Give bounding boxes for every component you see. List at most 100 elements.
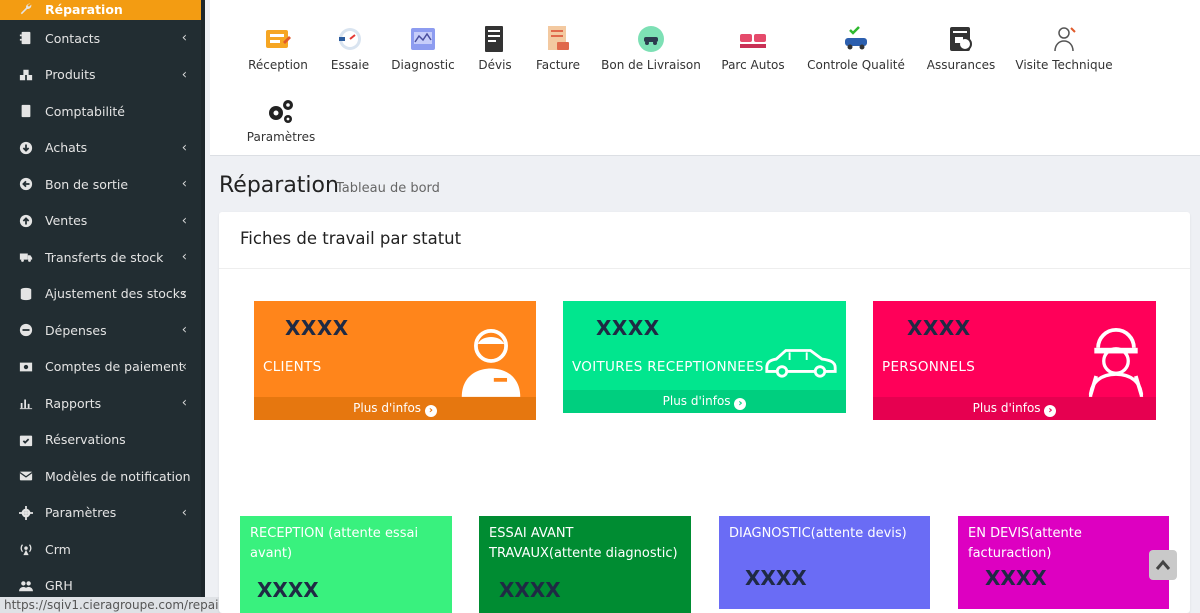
sidebar-item-transferts-de-stock[interactable]: Transferts de stock ‹ [0,239,205,276]
sidebar-item-achats[interactable]: Achats ‹ [0,130,205,167]
cubes-icon [18,67,34,83]
sidebar-item-produits[interactable]: Produits ‹ [0,57,205,94]
sidebar-item-label: Rapports [45,395,102,411]
arrow-circle-right-icon: › [734,398,747,410]
toolbar-controle-qualite-button[interactable]: Controle Qualité [801,24,911,72]
more-info-link[interactable]: Plus d'infos › [563,390,846,413]
stat-box-personnels: XXXX PERSONNELS Plus d'infos › [873,301,1156,420]
sidebar-item-label: Paramètres [45,505,117,521]
toolbar-label: Parc Autos [721,58,785,72]
chevron-left-icon: ‹ [181,322,187,338]
status-value: XXXX [257,578,319,602]
sidebar-item-reparation[interactable]: Réparation [0,0,205,20]
toolbar-visite-technique-button[interactable]: Visite Technique [1009,24,1119,72]
toolbar-label: Assurances [926,58,996,72]
sidebar-item-label: GRH [45,578,73,594]
sidebar-item-label: Achats [45,140,88,156]
card-title: Fiches de travail par statut [219,212,1190,269]
sidebar-item-label: Comptes de paiement [45,359,184,375]
wrench-icon [18,1,34,17]
sidebar-scrollbar[interactable] [201,0,205,613]
stat-value: XXXX [285,316,349,340]
chevron-left-icon: ‹ [181,359,187,375]
sidebar-item-parametres[interactable]: Paramètres ‹ [0,495,205,532]
sidebar-item-label: Crm [45,541,71,557]
sidebar-item-label: Ventes [45,213,88,229]
stat-box-clients: XXXX CLIENTS Plus d'infos › [254,301,536,420]
insurance-icon [946,24,976,54]
delivery-car-icon [636,24,666,54]
sidebar-item-depenses[interactable]: Dépenses ‹ [0,312,205,349]
status-value: XXXX [745,566,807,590]
sidebar-item-label: Produits [45,67,96,83]
address-book-icon [18,30,34,46]
sidebar-item-bon-de-sortie[interactable]: Bon de sortie ‹ [0,166,205,203]
sidebar-item-comptes-de-paiement[interactable]: Comptes de paiement ‹ [0,349,205,386]
car-outline-icon [763,341,839,383]
page-subtitle: Tableau de bord [336,181,440,196]
toolbar-bon-de-livraison-button[interactable]: Bon de Livraison [596,24,706,72]
sidebar-item-rapports[interactable]: Rapports ‹ [0,385,205,422]
sidebar-item-label: Modèles de notification [45,468,191,484]
envelope-icon [18,468,34,484]
sidebar-item-label: Dépenses [45,322,107,338]
sidebar-item-contacts[interactable]: Contacts ‹ [0,20,205,57]
stat-label: CLIENTS [263,359,322,375]
chevron-left-icon: ‹ [181,505,187,521]
sidebar-item-ajustement-des-stocks[interactable]: Ajustement des stocks ‹ [0,276,205,313]
toolbar-label: Paramètres [246,130,316,144]
users-icon [18,578,34,594]
status-label: RECEPTION (attente essai avant) [250,526,419,561]
more-info-label: Plus d'infos [353,401,422,415]
sidebar-item-label: Contacts [45,30,101,46]
stat-label: VOITURES RECEPTIONNEES [572,359,764,375]
more-info-link[interactable]: Plus d'infos › [873,397,1156,420]
status-box-3[interactable]: DIAGNOSTIC(attente devis) XXXX [719,516,930,609]
mechanic-icon [1083,323,1149,403]
gears-icon [266,96,296,126]
sidebar: Réparation Contacts ‹ Produits ‹ Comptabilité… [0,0,205,613]
minus-circle-icon [18,322,34,338]
module-toolbar: Réception Essaie Diagnostic Dévis Facture Bon… [210,0,1200,156]
chevron-left-icon: ‹ [181,176,187,192]
sidebar-item-label: Comptabilité [45,103,125,119]
toolbar-parametres-button[interactable]: Paramètres [226,96,336,144]
toolbar-parc-autos-button[interactable]: Parc Autos [698,24,808,72]
sidebar-item-crm[interactable]: Crm [0,531,205,568]
chevron-left-icon: ‹ [181,286,187,302]
sidebar-item-ventes[interactable]: Ventes ‹ [0,203,205,240]
stat-value: XXXX [907,316,971,340]
toolbar-assurances-button[interactable]: Assurances [906,24,1016,72]
money-icon [18,359,34,375]
arrow-circle-up-icon [18,213,34,229]
more-info-link[interactable]: Plus d'infos › [254,397,536,420]
status-value: XXXX [499,578,561,602]
chevron-left-icon: ‹ [181,67,187,83]
toolbar-label: Visite Technique [1015,58,1113,72]
toolbar-label: Bon de Livraison [601,58,701,72]
sidebar-item-comptabilite[interactable]: Comptabilité [0,93,205,130]
scroll-top-button[interactable] [1149,550,1177,580]
cog-icon [18,505,34,521]
sidebar-item-label: Ajustement des stocks [45,286,187,302]
database-icon [18,286,34,302]
more-info-label: Plus d'infos [662,394,731,408]
chevron-left-icon: ‹ [181,249,187,265]
status-box-4[interactable]: EN DEVIS(attente facturaction) XXXX [958,516,1169,609]
test-gauge-icon [335,24,365,54]
more-info-label: Plus d'infos [972,401,1041,415]
status-label: DIAGNOSTIC(attente devis) [729,526,907,541]
arrow-circle-left-icon [18,176,34,192]
sidebar-item-modeles-de-notification[interactable]: Modèles de notification [0,458,205,495]
sidebar-item-reservations[interactable]: Réservations [0,422,205,459]
status-box-1[interactable]: RECEPTION (attente essai avant) XXXX [240,516,452,613]
stat-value: XXXX [596,316,660,340]
sidebar-item-label: Réparation [45,1,123,17]
arrow-circle-right-icon: › [424,405,437,417]
truck-icon [18,249,34,265]
sidebar-item-label: Bon de sortie [45,176,129,192]
broadcast-icon [18,541,34,557]
status-box-2[interactable]: ESSAI AVANT TRAVAUX(attente diagnostic) X… [479,516,691,613]
status-label: EN DEVIS(attente facturaction) [968,526,1082,561]
invoice-icon [543,24,573,54]
